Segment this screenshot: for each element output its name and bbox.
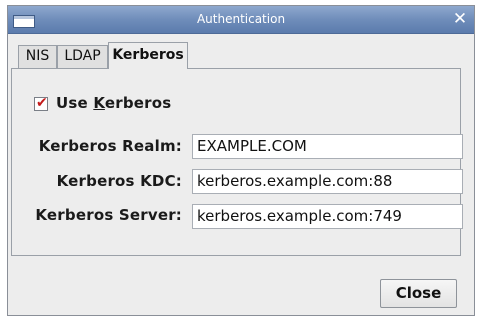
title-bar[interactable]: Authentication ✕: [8, 6, 474, 34]
server-label: Kerberos Server:: [35, 206, 182, 224]
window-title: Authentication: [196, 12, 286, 26]
tab-nis[interactable]: NIS: [18, 45, 57, 68]
kdc-field[interactable]: kerberos.example.com:88: [192, 169, 463, 194]
tab-ldap[interactable]: LDAP: [57, 45, 108, 68]
realm-field[interactable]: EXAMPLE.COM: [192, 134, 463, 159]
realm-label: Kerberos Realm:: [38, 137, 182, 155]
tab-kerberos[interactable]: Kerberos: [108, 42, 188, 69]
close-button[interactable]: Close: [380, 279, 457, 308]
use-kerberos-checkbox[interactable]: ✔: [34, 95, 48, 111]
close-icon[interactable]: ✕: [450, 9, 470, 29]
server-field[interactable]: kerberos.example.com:749: [192, 204, 463, 229]
checkmark-icon: ✔: [36, 95, 48, 111]
use-kerberos-label[interactable]: Use Kerberos: [56, 94, 171, 112]
kdc-label: Kerberos KDC:: [56, 172, 182, 190]
